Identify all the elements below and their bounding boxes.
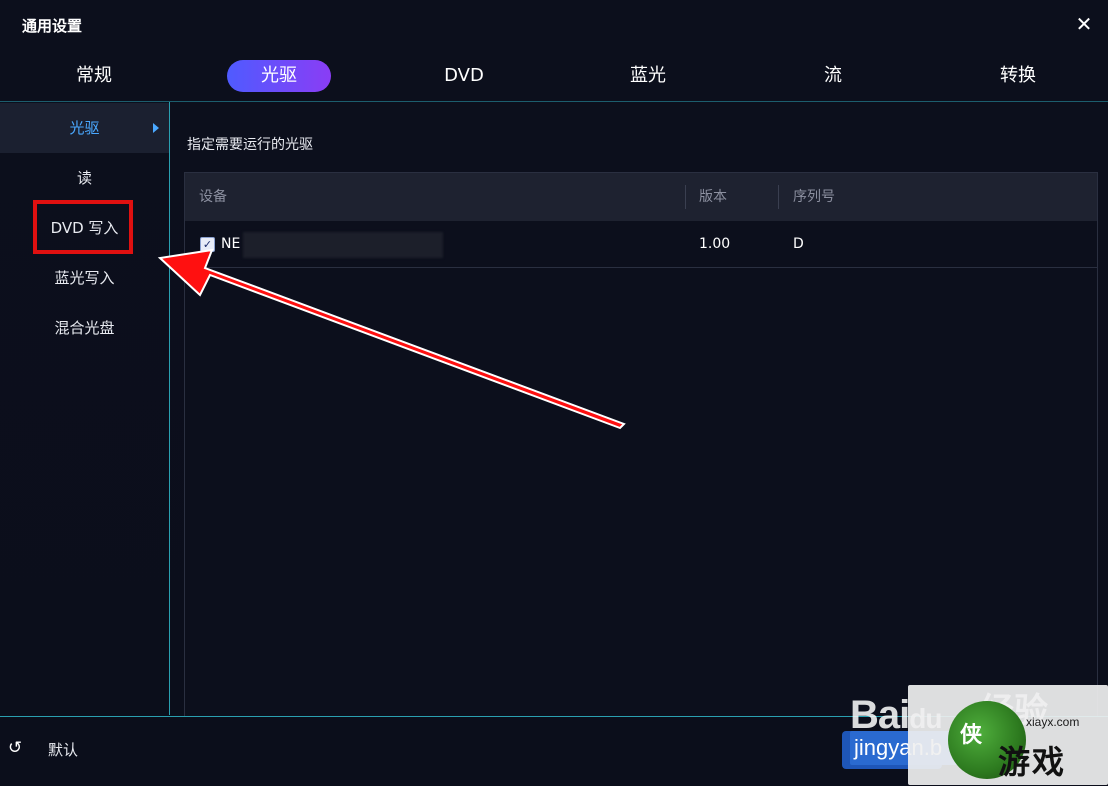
- tab-general[interactable]: 常规: [42, 60, 146, 92]
- sidebar-item-label: 读: [76, 169, 92, 187]
- footer-bar: ↺ 默认 确定: [0, 716, 1108, 786]
- column-header-serial[interactable]: 序列号: [793, 173, 835, 221]
- section-heading: 指定需要运行的光驱: [187, 137, 313, 153]
- close-icon[interactable]: ✕: [1072, 12, 1096, 36]
- drive-table: 设备 版本 序列号 ✓ NE 1.00 D: [184, 172, 1098, 717]
- sidebar-item-label: 混合光盘: [54, 319, 115, 337]
- sidebar-item-drive[interactable]: 光驱: [0, 103, 169, 153]
- column-divider[interactable]: [778, 185, 779, 209]
- drive-checkbox[interactable]: ✓: [200, 237, 215, 252]
- redacted-area: [243, 232, 443, 258]
- main-content: 指定需要运行的光驱 设备 版本 序列号 ✓ NE 1.00 D: [170, 102, 1108, 717]
- reset-defaults-button[interactable]: 默认: [48, 739, 78, 760]
- table-header: 设备 版本 序列号: [185, 173, 1097, 221]
- sidebar: 光驱 读 DVD 写入 蓝光写入 混合光盘: [0, 102, 170, 715]
- reset-icon[interactable]: ↺: [8, 739, 26, 757]
- tab-stream[interactable]: 流: [781, 60, 885, 92]
- sidebar-item-label: 光驱: [69, 119, 100, 137]
- sidebar-item-label: 蓝光写入: [54, 269, 115, 287]
- tab-convert[interactable]: 转换: [966, 60, 1070, 92]
- column-header-version[interactable]: 版本: [699, 173, 727, 221]
- sidebar-item-hybrid-disc[interactable]: 混合光盘: [0, 303, 169, 353]
- tab-bar: 常规 光驱 DVD 蓝光 流 转换: [0, 55, 1108, 99]
- device-name: NE: [221, 236, 241, 252]
- tab-dvd[interactable]: DVD: [412, 60, 516, 92]
- sidebar-item-bluray-write[interactable]: 蓝光写入: [0, 253, 169, 303]
- table-row[interactable]: ✓ NE 1.00 D: [185, 221, 1097, 268]
- annotation-highlight-box: [33, 200, 133, 254]
- settings-window: 通用设置 ✕ 常规 光驱 DVD 蓝光 流 转换 光驱 读 DVD 写入 蓝光写…: [0, 0, 1108, 785]
- sidebar-item-read[interactable]: 读: [0, 153, 169, 203]
- column-header-device[interactable]: 设备: [199, 173, 227, 221]
- device-serial: D: [793, 236, 804, 252]
- title-bar: 通用设置 ✕: [0, 0, 1108, 50]
- chevron-right-icon: [153, 123, 159, 133]
- column-divider[interactable]: [685, 185, 686, 209]
- confirm-button[interactable]: 确定: [842, 731, 942, 769]
- tab-drive[interactable]: 光驱: [227, 60, 331, 92]
- tab-bluray[interactable]: 蓝光: [596, 60, 700, 92]
- device-version: 1.00: [699, 236, 731, 252]
- window-title: 通用设置: [22, 17, 83, 35]
